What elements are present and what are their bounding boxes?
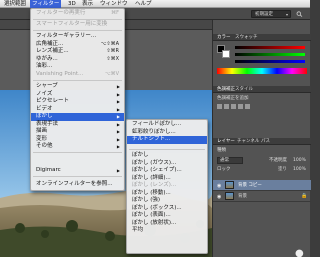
chevron-down-icon: ▾ [285,12,288,17]
blue-slider[interactable] [235,60,305,63]
menu-item-render[interactable]: 表現手法 ▶ [31,121,124,129]
workspace-select-label: 初期設定 [255,12,273,17]
chevron-right-icon: ▶ [116,136,120,142]
tab-swatches[interactable]: スウォッチ [235,34,258,41]
menu-bar: 選択範囲 フィルター 3D 表示 ウィンドウ ヘルプ [0,0,310,8]
tab-color[interactable]: カラー [217,34,231,41]
submenu-item-iris-blur[interactable]: 虹彩絞りぼかし... [127,129,207,137]
submenu-item-field-blur[interactable]: フィールドぼかし... [127,121,207,129]
color-panel-header: カラー スウォッチ [213,34,311,41]
menu-item-blur[interactable]: ぼかし ▶ [31,113,124,121]
submenu-item-tilt-shift[interactable]: チルトシフト... [127,136,207,144]
menu-item-noise[interactable]: ノイズ ▶ [31,91,124,99]
workspace-select[interactable]: 初期設定 ▾ [251,10,291,18]
blend-mode-label: 通常 [220,158,229,163]
menu-item-smart-filter: スマートフィルター用に変換 [36,21,108,27]
chevron-right-icon: ▶ [116,168,120,173]
eye-icon[interactable]: ◉ [217,194,221,200]
chevron-right-icon: ▶ [116,99,120,104]
layer-name[interactable]: 背景 [238,193,247,200]
menu-item-vanishing-point: Vanishing Point... ⌥⌘V [36,70,119,77]
tab-adjustments[interactable]: 色調補正 [217,86,235,93]
menu-item-wide-angle[interactable]: 広角補正... ⌥⇧⌘A [31,41,124,49]
menu-item-browse-online[interactable]: オンラインフィルターを参照... [31,181,124,189]
tab-layers[interactable]: レイヤー [217,138,235,145]
tab-styles[interactable]: スタイル [235,86,253,93]
menu-item-pixelate[interactable]: ピクセレート ▶ [31,98,124,106]
menu-item-liquify[interactable]: ゆがみ... ⇧⌘X [31,56,124,64]
chevron-right-icon: ▶ [116,106,120,112]
menu-item-draw[interactable]: 描画 ▶ [31,128,124,136]
chevron-right-icon: ▶ [116,129,120,134]
opacity-value[interactable]: 100% [293,157,306,164]
lock-icon: 🔒 [301,193,308,199]
adjustment-icons [217,104,277,110]
submenu-item-shape-blur[interactable]: ぼかし (シェイプ)... [127,167,207,175]
fill-value[interactable]: 100% [293,166,306,173]
exposure-icon[interactable] [238,104,243,109]
submenu-item-blur-more[interactable]: ぼかし (強) [127,197,207,205]
menu-item-sharpen[interactable]: シャープ ▶ [31,83,124,91]
submenu-item-box-blur[interactable]: ぼかし (ボックス)... [127,205,207,213]
tab-paths[interactable]: パス [261,138,270,145]
menu-window[interactable]: ウィンドウ [98,0,130,8]
tab-channels[interactable]: チャンネル [237,138,259,145]
filter-menu: フィルターの再実行 ⌘F スマートフィルター用に変換 フィルターギャラリー... … [30,8,125,191]
layer-name[interactable]: 背景 コピー [238,182,262,189]
layer-thumbnail [225,192,234,200]
search-icon[interactable] [296,11,303,17]
chevron-right-icon: ▶ [116,144,120,149]
layer-row[interactable]: ◉ 背景 コピー [213,180,311,191]
apple-logo-icon: ● [295,248,304,257]
menu-help[interactable]: ヘルプ [133,0,154,8]
submenu-item-lens-blur: ぼかし (レンズ)... [132,182,177,188]
fill-label: 塗り [278,167,287,172]
menu-filter[interactable]: フィルター [30,0,62,8]
chevron-right-icon: ▶ [116,91,120,97]
menu-item-lens-correction[interactable]: レンズ補正... ⇧⌘R [31,48,124,56]
submenu-item-surface-blur[interactable]: ぼかし (表面)... [127,212,207,220]
submenu-item-motion-blur[interactable]: ぼかし (移動)... [127,190,207,198]
menu-item-digimarc[interactable]: Digimarc ▶ [31,167,124,175]
menu-item-last-filter: フィルターの再実行 ⌘F [36,10,119,16]
lock-label: ロック [217,167,231,172]
submenu-item-gaussian-blur[interactable]: ぼかし (ガウス)... [127,160,207,168]
opacity-label: 不透明度 [269,158,287,163]
blur-submenu: フィールドぼかし... 虹彩絞りぼかし... チルトシフト... ぼかし ぼかし… [126,119,208,254]
blend-mode-select[interactable]: 通常 [217,157,243,164]
chevron-right-icon: ▶ [116,121,120,127]
chevron-right-icon: ▶ [116,84,120,89]
eye-icon[interactable]: ◉ [217,183,221,189]
vibrance-icon[interactable] [245,104,250,109]
right-panels: カラー スウォッチ 色調補正 スタイル 色調補正を追加 レイヤー チャンネル パ… [212,20,311,257]
menu-view[interactable]: 表示 [80,0,95,8]
levels-icon[interactable] [224,104,229,109]
add-adjustment-label: 色調補正を追加 [217,96,249,101]
menu-select[interactable]: 選択範囲 [2,0,28,8]
menu-item-other[interactable]: その他 ▶ [31,143,124,151]
menu-item-distort[interactable]: 変形 ▶ [31,136,124,144]
adjustments-panel-header: 色調補正 スタイル [213,86,311,93]
layer-row[interactable]: ◉ 背景 🔒 [213,191,311,202]
menu-item-oil-paint[interactable]: 油彩... [31,63,124,71]
red-slider[interactable] [235,46,305,49]
menu-3d[interactable]: 3D [66,0,78,8]
chevron-right-icon: ▶ [116,114,120,119]
submenu-item-radial-blur[interactable]: ぼかし (放射状)... [127,220,207,228]
background-color[interactable] [222,50,230,58]
brightness-icon[interactable] [217,104,222,109]
submenu-item-average[interactable]: 平均 [127,227,207,235]
menu-item-video[interactable]: ビデオ ▶ [31,106,124,114]
submenu-item-blur[interactable]: ぼかし [127,152,207,160]
submenu-item-smart-blur[interactable]: ぼかし (詳細)... [127,175,207,183]
layer-thumbnail [225,181,234,189]
green-slider[interactable] [235,53,305,56]
layers-panel-header: レイヤー チャンネル パス [213,138,311,145]
layer-kind-label[interactable]: 種類 [217,147,226,154]
color-ramp[interactable] [217,68,307,74]
curves-icon[interactable] [231,104,236,109]
menu-item-filter-gallery[interactable]: フィルターギャラリー... [31,33,124,41]
